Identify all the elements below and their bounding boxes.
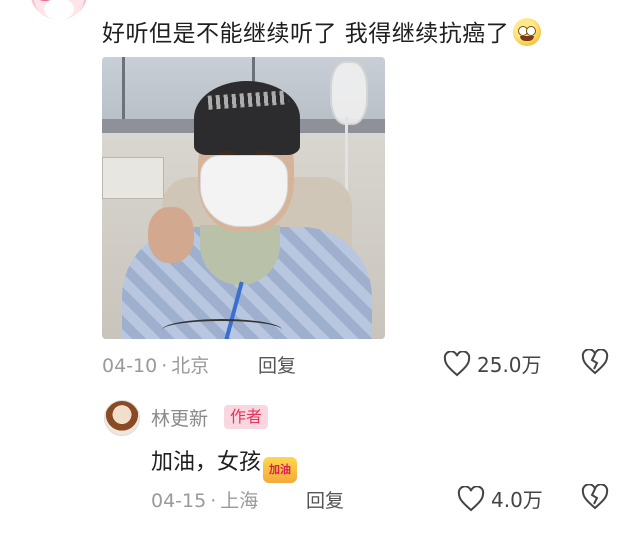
photo-iv-bag bbox=[330, 61, 368, 125]
comment-like-button[interactable]: 25.0万 bbox=[443, 349, 542, 378]
heart-icon bbox=[457, 485, 485, 511]
commenter-avatar[interactable] bbox=[30, 0, 88, 20]
heart-icon bbox=[443, 350, 471, 376]
comment-meta: 04-10 · 北京 bbox=[102, 355, 210, 377]
reply-reply-button[interactable]: 回复 bbox=[306, 486, 344, 513]
comment-photo[interactable] bbox=[102, 57, 385, 339]
comment-location: 北京 bbox=[171, 355, 210, 377]
reply-text: 加油，女孩 加油 bbox=[151, 444, 298, 483]
reply-like-count: 4.0万 bbox=[491, 488, 543, 512]
reply-meta: 04-15 · 上海 bbox=[151, 490, 259, 512]
comment-text-content: 好听但是不能继续听了 我得继续抗癌了 bbox=[102, 21, 510, 47]
comment-text: 好听但是不能继续听了 我得继续抗癌了 bbox=[102, 14, 542, 48]
reply-username[interactable]: 林更新 bbox=[151, 404, 208, 431]
comment-reply-button[interactable]: 回复 bbox=[258, 351, 296, 378]
comment-like-count: 25.0万 bbox=[477, 353, 542, 377]
reply-date: 04-15 bbox=[151, 490, 207, 512]
reply-location: 上海 bbox=[220, 490, 259, 512]
reply-avatar[interactable] bbox=[104, 400, 140, 436]
broken-heart-icon[interactable] bbox=[581, 349, 609, 375]
grinning-face-emoji-icon bbox=[513, 18, 542, 46]
comment-date: 04-10 bbox=[102, 355, 158, 377]
photo-face-mask bbox=[200, 155, 288, 227]
broken-heart-icon[interactable] bbox=[581, 484, 609, 510]
author-badge: 作者 bbox=[224, 405, 269, 429]
reply-like-button[interactable]: 4.0万 bbox=[457, 484, 543, 513]
cheer-sticker-icon: 加油 bbox=[263, 457, 298, 483]
reply-text-content: 加油，女孩 bbox=[151, 450, 262, 475]
avatar-face bbox=[44, 0, 74, 20]
